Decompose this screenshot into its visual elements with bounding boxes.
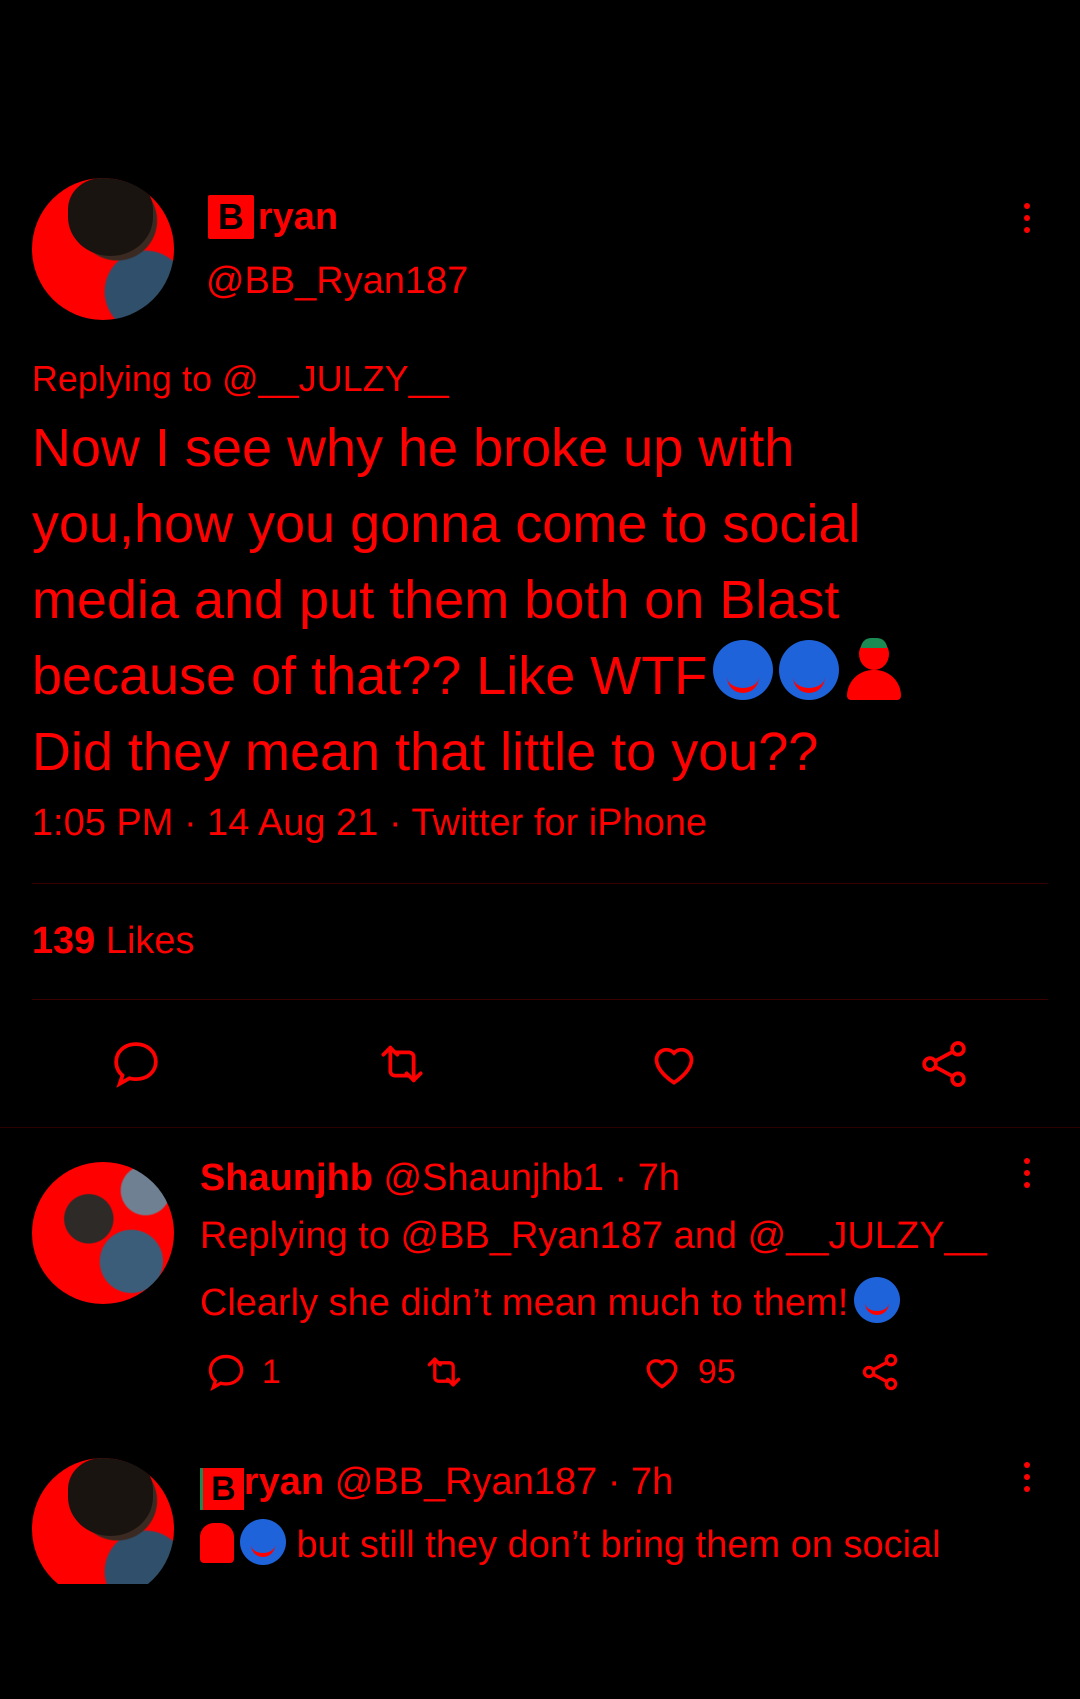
reply-header: Shaunjhb @Shaunjhb1 · 7h	[200, 1157, 680, 1200]
reply-button[interactable]: 1	[204, 1350, 281, 1394]
like-count: 95	[698, 1352, 736, 1391]
reply-text-content: but still they don’t bring them on socia…	[296, 1524, 941, 1566]
more-options-icon[interactable]	[1022, 203, 1032, 239]
replying-to[interactable]: Replying to @__JULZY__	[32, 358, 449, 400]
divider	[32, 883, 1048, 884]
laughing-emoji-icon	[779, 640, 840, 700]
share-button[interactable]	[858, 1350, 902, 1394]
author-name: ryan	[258, 195, 339, 238]
tweet-text-line: media and put them both on Blast	[32, 570, 840, 630]
replying-to[interactable]: Replying to @BB_Ryan187 and @__JULZY__	[200, 1215, 987, 1258]
tweet-text-line: Did they mean that little to you??	[32, 722, 819, 782]
tweet-detail-page: B ryan @BB_Ryan187 Replying to @__JULZY_…	[0, 0, 1080, 1699]
tweet-text-line-with-emoji: because of that?? Like WTF	[32, 638, 1032, 714]
reply-text: but still they don’t bring them on socia…	[200, 1519, 941, 1567]
laughing-emoji-icon	[713, 640, 774, 700]
share-icon[interactable]	[916, 1036, 972, 1092]
tweet-text-line: because of that?? Like WTF	[32, 646, 708, 706]
tweet-meta: 1:05 PM · 14 Aug 21 · Twitter for iPhone	[32, 802, 708, 844]
reply-author-name[interactable]: Shaunjhb	[200, 1157, 373, 1199]
author-handle[interactable]: @BB_Ryan187	[206, 260, 469, 303]
reply-handle-time: @Shaunjhb1 · 7h	[383, 1157, 681, 1199]
tweet-text-line: you,how you gonna come to social	[32, 494, 861, 554]
tweet-action-bar	[0, 1036, 1080, 1096]
like-icon[interactable]	[646, 1036, 702, 1092]
reply-author-name[interactable]: ryan	[244, 1461, 324, 1503]
name-badge: B	[200, 1468, 244, 1510]
likes-count-row[interactable]: 139 Likes	[32, 920, 195, 963]
avatar[interactable]	[32, 1458, 174, 1600]
avatar[interactable]	[32, 1162, 174, 1304]
divider	[32, 999, 1048, 1000]
reply-icon	[208, 1354, 244, 1392]
laughing-emoji-icon	[240, 1519, 286, 1565]
likes-count: 139	[32, 920, 96, 962]
retweet-button[interactable]	[422, 1350, 466, 1394]
author-name-row[interactable]: B ryan	[208, 195, 338, 239]
name-badge: B	[208, 195, 254, 239]
reply-icon[interactable]	[108, 1036, 164, 1092]
share-icon	[862, 1353, 898, 1391]
reply-text-content: Clearly she didn’t mean much to them!	[200, 1282, 849, 1324]
reply-handle-time: @BB_Ryan187 · 7h	[334, 1461, 674, 1503]
person-shrugging-emoji-icon	[845, 638, 903, 700]
more-options-icon[interactable]	[1022, 1158, 1032, 1194]
tweet-text: Now I see why he broke up with you,how y…	[32, 410, 1032, 790]
retweet-icon	[427, 1357, 461, 1387]
laughing-emoji-icon	[854, 1277, 901, 1323]
retweet-icon[interactable]	[374, 1036, 430, 1092]
like-button[interactable]: 95	[640, 1350, 736, 1394]
reply-header: Bryan @BB_Ryan187 · 7h	[200, 1461, 673, 1510]
likes-label: Likes	[105, 920, 195, 962]
divider	[0, 1127, 1080, 1128]
avatar[interactable]	[32, 178, 174, 320]
more-options-icon[interactable]	[1022, 1462, 1032, 1498]
tweet-text-line: Now I see why he broke up with	[32, 418, 795, 478]
person-emoji-icon	[200, 1523, 234, 1563]
like-icon	[646, 1359, 678, 1389]
reply-count: 1	[262, 1352, 281, 1391]
reply-text: Clearly she didn’t mean much to them!	[200, 1277, 901, 1325]
reply-action-bar: 1 95	[0, 1350, 1080, 1400]
bottom-mask	[0, 1584, 1080, 1699]
